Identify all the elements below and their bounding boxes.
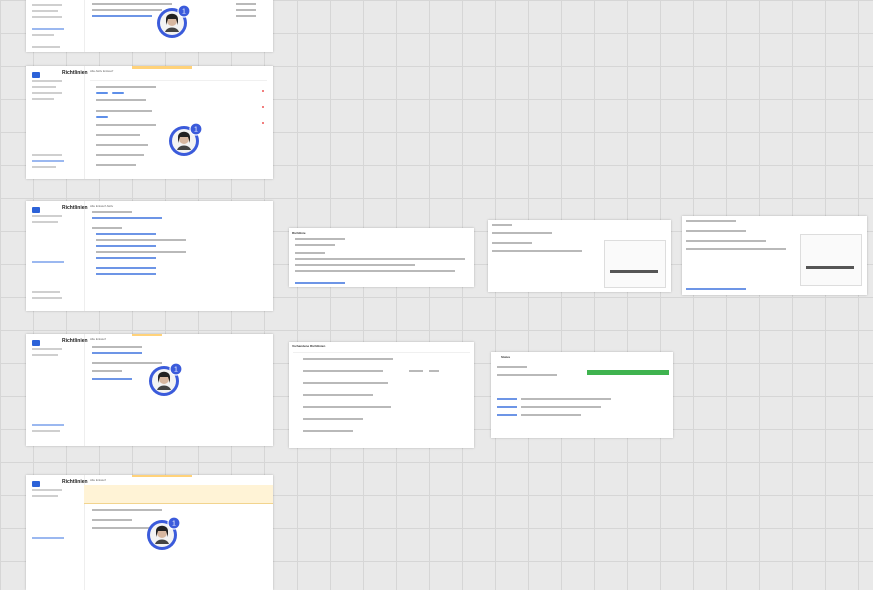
highlight-marker	[132, 66, 192, 69]
board-richtlinie-detail: Richtlinie	[289, 228, 474, 287]
tab-bar[interactable]: Alle Entwurf	[90, 478, 106, 482]
board-richtlinien-1	[26, 0, 273, 52]
page-title: Richtlinien	[62, 205, 88, 211]
warning-banner	[84, 485, 273, 504]
logo-icon	[32, 207, 40, 213]
page-title: Richtlinien	[62, 338, 88, 344]
user-avatar-icon[interactable]: 1	[154, 2, 192, 40]
notification-count: 1	[172, 521, 176, 528]
tab-bar[interactable]: Alle Entwurf Aktiv	[90, 204, 113, 208]
panel-title: Vorhandene Richtlinien	[292, 344, 326, 348]
tab-bar[interactable]: Alle Entwurf	[90, 337, 106, 341]
sidebar	[26, 475, 85, 590]
user-avatar-icon[interactable]: 1	[146, 360, 184, 398]
highlight-marker	[132, 334, 162, 336]
board-vorhandene-richtlinien: Vorhandene Richtlinien	[289, 342, 474, 448]
panel-title: Richtlinie	[292, 231, 306, 235]
board-dialog-1	[488, 220, 671, 292]
logo-icon	[32, 481, 40, 487]
sidebar	[26, 66, 85, 179]
panel-title: Status	[501, 355, 511, 359]
sidebar	[26, 0, 85, 52]
notification-count: 1	[174, 367, 178, 374]
preview-window	[800, 234, 862, 286]
tab-bar[interactable]: Alle Aktiv Entwurf	[90, 69, 113, 73]
preview-window	[604, 240, 666, 288]
board-richtlinien-2: Richtlinien Alle Aktiv Entwurf	[26, 66, 273, 179]
page-title: Richtlinien	[62, 70, 88, 76]
sidebar	[26, 334, 85, 446]
notification-count: 1	[182, 9, 186, 16]
user-avatar-icon[interactable]: 1	[166, 120, 204, 158]
logo-icon	[32, 72, 40, 78]
board-status: Status	[491, 352, 673, 438]
logo-icon	[32, 340, 40, 346]
notification-count: 1	[194, 127, 198, 134]
board-richtlinien-3: Richtlinien Alle Entwurf Aktiv	[26, 201, 273, 311]
user-avatar-icon[interactable]: 1	[144, 514, 182, 552]
highlight-marker	[132, 475, 192, 477]
status-bar	[587, 370, 669, 375]
board-dialog-2	[682, 216, 867, 295]
sidebar	[26, 201, 85, 311]
